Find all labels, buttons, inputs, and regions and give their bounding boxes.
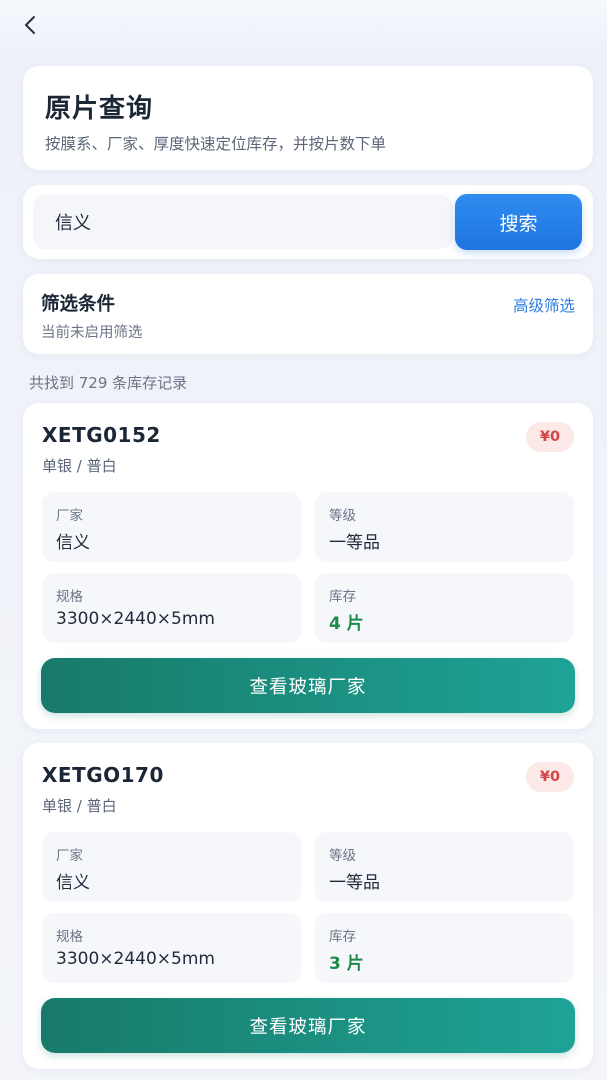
page-title: 原片查询 — [45, 94, 154, 124]
manufacturer-cell: 厂家 信义 — [42, 832, 301, 902]
manufacturer-cell: 厂家 信义 — [42, 492, 301, 562]
cell-label: 厂家 — [56, 508, 83, 524]
item-type: 单银 / 普白 — [42, 457, 117, 475]
view-manufacturer-button[interactable]: 查看玻璃厂家 — [41, 658, 575, 713]
search-card: 搜索 — [23, 185, 593, 259]
cell-value: 一等品 — [329, 873, 380, 893]
cell-label: 规格 — [56, 589, 83, 605]
header-card: 原片查询 按膜系、厂家、厚度快速定位库存，并按片数下单 — [23, 66, 593, 170]
filter-card: 筛选条件 当前未启用筛选 高级筛选 — [23, 274, 593, 354]
search-input[interactable] — [33, 195, 453, 249]
item-code: XETG0152 — [42, 423, 161, 447]
filter-status: 当前未启用筛选 — [41, 325, 143, 341]
grade-cell: 等级 一等品 — [315, 832, 574, 902]
stock-value: 4 片 — [329, 614, 364, 634]
cell-value: 信义 — [56, 533, 90, 553]
cell-label: 等级 — [329, 848, 356, 864]
result-count: 共找到 729 条库存记录 — [29, 374, 188, 392]
cell-value: 3300×2440×5mm — [56, 949, 215, 969]
stock-value: 3 片 — [329, 954, 364, 974]
search-button[interactable]: 搜索 — [455, 194, 582, 250]
item-type: 单银 / 普白 — [42, 797, 117, 815]
page-content: 原片查询 按膜系、厂家、厚度快速定位库存，并按片数下单 搜索 筛选条件 当前未启… — [0, 50, 607, 1080]
cell-label: 厂家 — [56, 848, 83, 864]
view-manufacturer-button[interactable]: 查看玻璃厂家 — [41, 998, 575, 1053]
cell-label: 库存 — [329, 589, 356, 605]
price-badge: ¥0 — [526, 422, 574, 452]
top-bar — [0, 0, 607, 50]
filter-title: 筛选条件 — [41, 294, 116, 315]
advanced-filter-link[interactable]: 高级筛选 — [513, 294, 575, 316]
cell-value: 信义 — [56, 873, 90, 893]
chevron-left-icon — [25, 16, 35, 34]
cell-label: 等级 — [329, 508, 356, 524]
spec-cell: 规格 3300×2440×5mm — [42, 913, 301, 983]
cell-label: 库存 — [329, 929, 356, 945]
inventory-card: XETGO170 单银 / 普白 ¥0 厂家 信义 等级 一等品 规格 3300… — [23, 743, 593, 1069]
page-subtitle: 按膜系、厂家、厚度快速定位库存，并按片数下单 — [45, 135, 387, 153]
price-badge: ¥0 — [526, 762, 574, 792]
item-code: XETGO170 — [42, 763, 164, 787]
stock-cell: 库存 4 片 — [315, 573, 574, 643]
stock-cell: 库存 3 片 — [315, 913, 574, 983]
cell-value: 3300×2440×5mm — [56, 609, 215, 629]
inventory-card: XETG0152 单银 / 普白 ¥0 厂家 信义 等级 一等品 规格 3300… — [23, 403, 593, 729]
spec-cell: 规格 3300×2440×5mm — [42, 573, 301, 643]
cell-value: 一等品 — [329, 533, 380, 553]
back-button[interactable] — [14, 8, 48, 42]
grade-cell: 等级 一等品 — [315, 492, 574, 562]
cell-label: 规格 — [56, 929, 83, 945]
